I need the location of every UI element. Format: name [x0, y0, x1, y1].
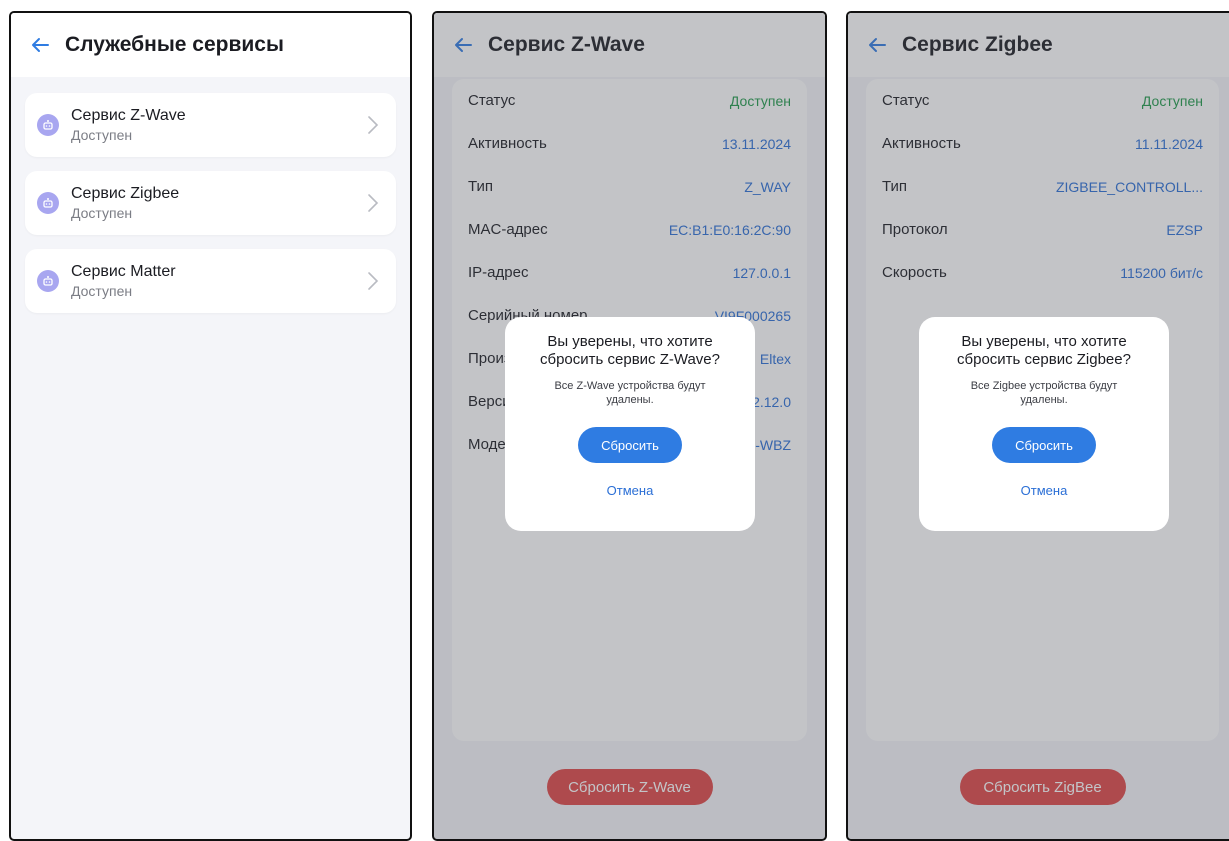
header: Служебные сервисы [11, 13, 410, 77]
cancel-button[interactable]: Отмена [919, 483, 1169, 498]
dialog-text: Все Z-Wave устройства будут удалены. [554, 380, 706, 406]
reset-confirm-dialog: Вы уверены, что хотите сбросить сервис Z… [919, 317, 1169, 531]
chevron-right-icon [366, 192, 380, 214]
service-item-title: Сервис Z-Wave [71, 107, 186, 124]
confirm-reset-button[interactable]: Сбросить [992, 427, 1096, 463]
dialog-text: Все Zigbee устройства будут удалены. [970, 380, 1118, 406]
service-item-matter[interactable]: Сервис Matter Доступен [25, 249, 396, 313]
zigbee-service-screen: Сервис Zigbee Статус Доступен Активность 1… [846, 11, 1229, 841]
service-item-status: Доступен [71, 127, 133, 143]
service-item-status: Доступен [71, 205, 133, 221]
service-robot-icon [37, 192, 59, 214]
zwave-service-screen: Сервис Z-Wave Статус Доступен Активность 1… [432, 11, 827, 841]
services-list-screen: Служебные сервисы Сервис Z-Wave Доступен… [9, 11, 412, 841]
chevron-right-icon [366, 114, 380, 136]
dialog-title: Вы уверены, что хотите сбросить сервис Z… [540, 333, 720, 368]
service-item-title: Сервис Zigbee [71, 185, 180, 202]
confirm-reset-button[interactable]: Сбросить [578, 427, 682, 463]
page-title: Служебные сервисы [65, 33, 284, 56]
service-list: Сервис Z-Wave Доступен Сервис Zigbee Дос… [11, 77, 410, 343]
chevron-right-icon [366, 270, 380, 292]
reset-confirm-dialog: Вы уверены, что хотите сбросить сервис Z… [505, 317, 755, 531]
service-item-title: Сервис Matter [71, 263, 176, 280]
service-item-zigbee[interactable]: Сервис Zigbee Доступен [25, 171, 396, 235]
cancel-button[interactable]: Отмена [505, 483, 755, 498]
service-robot-icon [37, 270, 59, 292]
service-item-status: Доступен [71, 283, 133, 299]
dialog-title: Вы уверены, что хотите сбросить сервис Z… [957, 333, 1131, 368]
service-robot-icon [37, 114, 59, 136]
back-arrow-icon[interactable] [29, 34, 51, 56]
service-item-zwave[interactable]: Сервис Z-Wave Доступен [25, 93, 396, 157]
